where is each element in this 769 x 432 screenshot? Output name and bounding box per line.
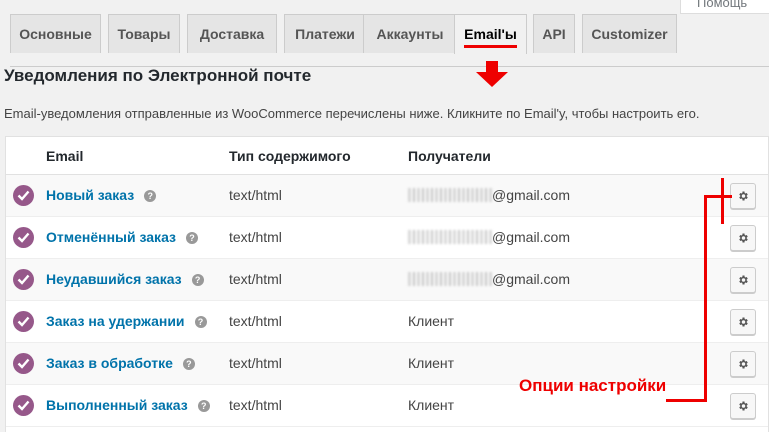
content-type-cell: text/html	[229, 355, 282, 371]
annotation-line	[721, 178, 724, 224]
tab-payments[interactable]: Платежи	[284, 14, 366, 53]
table-row: Новый заказ? text/html @gmail.com	[6, 175, 768, 217]
annotation-label: Опции настройки	[519, 376, 667, 395]
content-type-cell: text/html	[229, 397, 282, 413]
recipients-cell: @gmail.com	[408, 229, 570, 245]
content-type-cell: text/html	[229, 187, 282, 203]
settings-tabs: Основные Товары Доставка Платежи Аккаунт…	[10, 14, 769, 67]
tab-accounts[interactable]: Аккаунты	[363, 14, 457, 53]
content-type-cell: text/html	[229, 313, 282, 329]
question-icon[interactable]: ?	[144, 190, 157, 202]
redacted-text	[408, 188, 492, 202]
annotation-line	[704, 195, 732, 198]
question-icon[interactable]: ?	[194, 316, 207, 328]
tab-products[interactable]: Товары	[108, 14, 180, 53]
content-type-cell: text/html	[229, 271, 282, 287]
settings-button[interactable]	[730, 351, 756, 377]
email-name-link[interactable]: Новый заказ?	[46, 187, 157, 203]
redacted-text	[408, 230, 492, 244]
recipients-cell: @gmail.com	[408, 187, 570, 203]
gear-icon	[739, 359, 748, 369]
email-name-link[interactable]: Выполненный заказ?	[46, 397, 210, 413]
tab-emails[interactable]: Email'ы	[454, 14, 527, 54]
redacted-text	[408, 272, 492, 286]
settings-button[interactable]	[730, 393, 756, 419]
tab-shipping[interactable]: Доставка	[187, 14, 277, 53]
table-header: Email Тип содержимого Получатели	[6, 137, 768, 175]
email-name-link[interactable]: Заказ на удержании?	[46, 313, 207, 329]
header-content-type: Тип содержимого	[229, 148, 351, 164]
question-icon[interactable]: ?	[185, 232, 198, 244]
gear-icon	[739, 401, 748, 411]
page-title: Уведомления по Электронной почте	[4, 66, 312, 85]
tab-general[interactable]: Основные	[10, 14, 101, 53]
header-recipients: Получатели	[408, 148, 491, 164]
recipients-cell: Клиент	[408, 313, 455, 329]
question-icon[interactable]: ?	[191, 274, 204, 286]
settings-button[interactable]	[730, 309, 756, 335]
email-name-link[interactable]: Отменённый заказ?	[46, 229, 198, 245]
gear-icon	[739, 233, 748, 243]
question-icon[interactable]: ?	[182, 358, 195, 370]
tab-customizer[interactable]: Customizer	[582, 14, 677, 53]
table-row: Заказ на удержании? text/html Клиент	[6, 301, 768, 343]
annotation-line	[704, 195, 707, 401]
page-description: Email-уведомления отправленные из WooCom…	[4, 106, 700, 121]
table-row: Неудавшийся заказ? text/html @gmail.com	[6, 259, 768, 301]
question-icon[interactable]: ?	[197, 400, 210, 412]
recipients-cell: @gmail.com	[408, 271, 570, 287]
content-type-cell: text/html	[229, 229, 282, 245]
settings-button[interactable]	[730, 267, 756, 293]
annotation-line	[666, 399, 707, 402]
gear-icon	[739, 317, 748, 327]
gear-icon	[739, 275, 748, 285]
email-name-link[interactable]: Неудавшийся заказ?	[46, 271, 204, 287]
check-circle-icon	[13, 269, 34, 290]
recipients-cell: Клиент	[408, 355, 455, 371]
help-button[interactable]: Помощь	[680, 0, 769, 14]
tab-api[interactable]: API	[533, 14, 575, 53]
settings-button[interactable]	[730, 183, 756, 209]
active-tab-underline	[464, 45, 517, 48]
arrow-down-icon	[476, 61, 508, 87]
check-circle-icon	[13, 227, 34, 248]
check-circle-icon	[13, 311, 34, 332]
check-circle-icon	[13, 395, 34, 416]
email-name-link[interactable]: Заказ в обработке?	[46, 355, 195, 371]
recipients-cell: Клиент	[408, 397, 455, 413]
check-circle-icon	[13, 353, 34, 374]
settings-button[interactable]	[730, 225, 756, 251]
header-email: Email	[46, 148, 84, 164]
gear-icon	[739, 191, 748, 201]
check-circle-icon	[13, 185, 34, 206]
table-row: Отменённый заказ? text/html @gmail.com	[6, 217, 768, 259]
